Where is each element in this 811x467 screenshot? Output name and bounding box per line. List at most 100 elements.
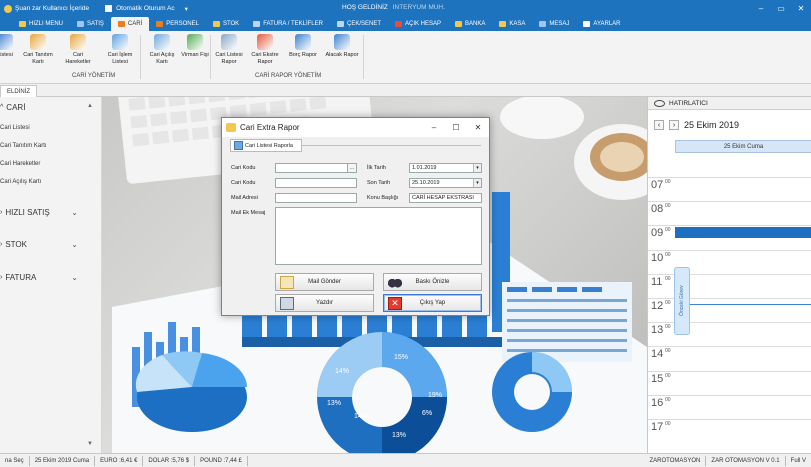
chevron-down-icon: ⌄ <box>71 208 78 217</box>
konu-basligi-input[interactable]: CARİ HESAP EKSTRASI <box>409 193 482 203</box>
status-date: 25 Ekim 2019 Cuma <box>30 455 96 466</box>
yazdir-button[interactable]: Yazdır <box>275 294 374 312</box>
close-icon[interactable]: ✕ <box>467 118 489 137</box>
sidebar-section-hizli-satis[interactable]: › HIZLI SATIŞ ⌄ <box>0 208 100 217</box>
menu-item-label: AÇIK HESAP <box>405 21 442 27</box>
pie-label: 13% <box>327 400 341 407</box>
menu-item-4[interactable]: STOK <box>206 17 246 31</box>
lookup-button[interactable]: ... <box>347 163 357 173</box>
hour-row[interactable]: 07 00 <box>648 177 811 201</box>
mail-adresi-input[interactable] <box>275 193 357 203</box>
ribbon-button-1[interactable]: Cari Tanıtım Kartı <box>21 34 55 65</box>
menu-item-10[interactable]: MESAJ <box>532 17 576 31</box>
ribbon-button-9[interactable]: Alacak Rapor <box>325 34 359 59</box>
ribbon-button-4[interactable]: Cari Açılış Kartı <box>145 34 179 65</box>
chevron-down-icon[interactable]: ▾ <box>473 164 481 172</box>
ribbon-separator <box>140 35 141 79</box>
menu-item-2[interactable]: CARİ <box>110 17 150 31</box>
maximize-icon[interactable]: ▭ <box>771 0 791 17</box>
ilk-tarih-input[interactable]: 1.01.2019 ▾ <box>409 163 482 173</box>
ribbon-button-8[interactable]: Borç Rapor <box>286 34 320 59</box>
hour-row[interactable]: 14 00 <box>648 346 811 370</box>
ribbon-button-0[interactable]: Listesi <box>0 34 22 59</box>
euro-rate: EURO :6,41 € <box>95 455 144 466</box>
ribbon-button-5[interactable]: Virman Fişi <box>178 34 212 59</box>
scroll-down-icon[interactable]: ▼ <box>87 441 93 447</box>
ribbon-button-3[interactable]: Cari İşlem Listesi <box>103 34 137 65</box>
son-tarih-value: 25.10.2019 <box>412 180 440 186</box>
maximize-icon[interactable]: ☐ <box>445 118 467 137</box>
report-icon <box>234 141 243 150</box>
calendar-header: HATIRLATICI <box>648 97 811 110</box>
menu-item-9[interactable]: KASA <box>492 17 532 31</box>
scroll-up-icon[interactable]: ▲ <box>87 103 93 109</box>
sidebar-section-stok[interactable]: › STOK ⌄ <box>0 240 100 249</box>
menu-item-5[interactable]: FATURA / TEKLİFLER <box>246 17 330 31</box>
mail-ek-mesaj-textarea[interactable] <box>275 207 482 265</box>
menu-item-6[interactable]: ÇEK/SENET <box>330 17 388 31</box>
user-icon <box>4 4 12 13</box>
hour-row[interactable]: 17 00 <box>648 419 811 443</box>
hour-row[interactable]: 16 00 <box>648 394 811 419</box>
sidebar-item-cari-hareketler[interactable]: Cari Hareketler <box>0 161 40 167</box>
chevron-left-icon[interactable]: ‹ <box>654 120 664 130</box>
cikis-yap-button[interactable]: ✕ Çıkış Yap <box>383 294 482 312</box>
menu-item-8[interactable]: BANKA <box>448 17 492 31</box>
previous-task-tab[interactable]: Önceki Görev <box>674 267 690 335</box>
baski-onizle-button[interactable]: Baskı Önizle <box>383 273 482 291</box>
theme-selector[interactable]: na Seç <box>0 455 30 466</box>
menu-item-label: PERSONEL <box>166 21 199 27</box>
tab-cari-listesi-raporla[interactable]: Cari Listesi Raporla <box>230 139 302 152</box>
cari-kodu-2-input[interactable] <box>275 178 357 188</box>
minimize-icon[interactable]: – <box>423 118 445 137</box>
hour-row[interactable]: 15 00 <box>648 370 811 395</box>
ribbon-button-6[interactable]: Cari Listesi Rapor <box>212 34 246 65</box>
receivable-report-icon <box>334 34 350 50</box>
hour-row[interactable]: 10 00 <box>648 249 811 274</box>
tab-welcome[interactable]: ELDİNİZ <box>0 85 37 97</box>
user-name: INTERYUM MUH. <box>392 4 445 11</box>
opening-card-icon <box>154 34 170 50</box>
session-text: Şuan zar Kullanıcı İçeride <box>15 5 90 12</box>
hour-label: 09 <box>651 227 664 240</box>
sidebar-item-cari-acilis[interactable]: Cari Açılış Kartı <box>0 179 41 185</box>
person-activity-icon <box>70 34 86 50</box>
close-icon[interactable]: ✕ <box>791 0 811 17</box>
ribbon-button-label: Borç Rapor <box>289 52 317 58</box>
checkbox-icon[interactable] <box>105 5 113 12</box>
hour-row[interactable]: 08 00 <box>648 201 811 225</box>
menu-item-7[interactable]: AÇIK HESAP <box>388 17 448 31</box>
person-list-icon <box>0 34 13 50</box>
son-tarih-input[interactable]: 25.10.2019 ▾ <box>409 178 482 188</box>
sidebar-item-cari-tanitim[interactable]: Cari Tanıtım Kartı <box>0 143 47 149</box>
hour-row[interactable]: 11 00 <box>648 273 811 298</box>
menu-item-11[interactable]: AYARLAR <box>576 17 627 31</box>
chevron-down-icon[interactable]: ▾ <box>473 179 481 187</box>
hour-row[interactable]: 13 00 <box>648 322 811 346</box>
hour-row[interactable]: 12 00 <box>648 298 811 322</box>
menu-item-3[interactable]: PERSONEL <box>149 17 206 31</box>
menu-item-1[interactable]: SATIŞ <box>70 17 111 31</box>
sidebar-section-fatura[interactable]: › FATURA ⌄ <box>0 273 100 282</box>
hour-label: 12 <box>651 300 664 312</box>
dropdown-arrow-icon[interactable]: ▾ <box>185 5 188 13</box>
menu-item-0[interactable]: HIZLI MENU <box>12 17 70 31</box>
mail-gonder-button[interactable]: Mail Gönder <box>275 273 374 291</box>
current-time-slot[interactable] <box>675 227 811 238</box>
pie-label: 19% <box>428 392 442 399</box>
printer-icon <box>280 297 294 310</box>
ribbon-button-2[interactable]: Cari Hareketler <box>61 34 95 65</box>
cari-kodu-2-label: Cari Kodu <box>231 180 256 186</box>
sidebar-section-cari[interactable]: ^ CARİ <box>0 103 100 112</box>
minute-label: 00 <box>665 300 671 306</box>
chevron-right-icon[interactable]: › <box>669 120 679 130</box>
menu-item-label: MESAJ <box>549 21 570 27</box>
ribbon-button-label: Alacak Rapor <box>325 52 359 58</box>
welcome-banner: HOŞ GELDİNİZ INTERYUM MUH. <box>342 4 445 11</box>
auto-login-toggle[interactable]: Otomatik Oturum Ac ▾ <box>105 5 188 13</box>
ribbon-button-7[interactable]: Cari Ekstre Rapor <box>248 34 282 65</box>
sidebar-item-cari-listesi[interactable]: Cari Listesi <box>0 125 30 131</box>
menu-icon <box>19 21 26 27</box>
cari-kodu-input[interactable]: ... <box>275 163 357 173</box>
minimize-icon[interactable]: – <box>751 0 771 17</box>
